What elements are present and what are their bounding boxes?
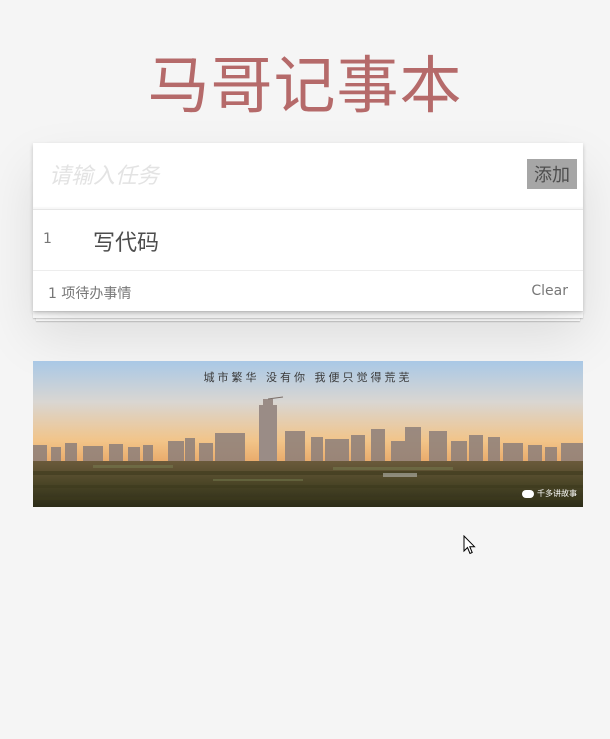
city-skyline-image: 城市繁华 没有你 我便只觉得荒芜 千多讲故事 — [33, 361, 583, 507]
add-button[interactable]: 添加 — [527, 159, 577, 189]
banner-caption: 城市繁华 没有你 我便只觉得荒芜 — [203, 371, 413, 384]
list-item[interactable]: 1 写代码 — [33, 210, 583, 271]
clear-button[interactable]: Clear — [531, 283, 568, 299]
todo-list: 1 写代码 — [33, 210, 583, 271]
todo-card: 添加 1 写代码 1 项待办事情 Clear — [33, 143, 583, 311]
card-stack-shadow-1 — [33, 312, 583, 318]
mouse-cursor-icon — [463, 535, 476, 555]
watermark: 千多讲故事 — [522, 488, 577, 499]
new-task-input[interactable] — [33, 143, 493, 209]
todo-index: 1 — [43, 231, 52, 247]
todo-header: 添加 — [33, 143, 583, 210]
watermark-text: 千多讲故事 — [537, 489, 577, 498]
wechat-icon — [522, 489, 534, 498]
todo-footer: 1 项待办事情 Clear — [33, 271, 583, 311]
todo-count: 1 项待办事情 — [48, 286, 132, 302]
page-title: 马哥记事本 — [147, 48, 463, 122]
todo-label[interactable]: 写代码 — [93, 225, 159, 257]
